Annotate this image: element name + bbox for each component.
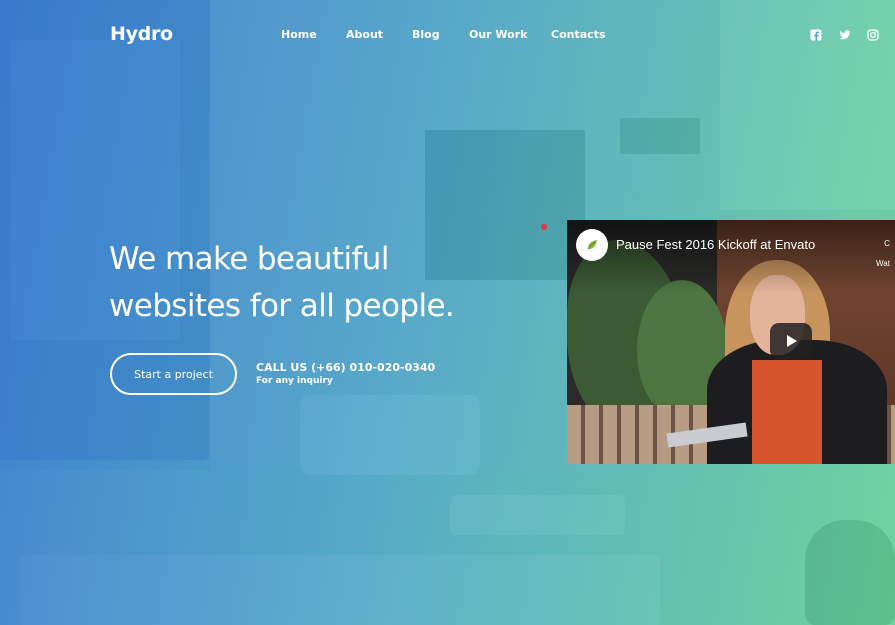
call-us-block: CALL US (+66) 010-020-0340 For any inqui… (256, 361, 435, 386)
video-embed[interactable]: Pause Fest 2016 Kickoff at Envato C Wat (567, 220, 895, 464)
hero-headline-line-1: We make beautiful (109, 241, 389, 277)
accent-dot (541, 224, 547, 230)
nav-about[interactable]: About (346, 28, 383, 41)
video-side-top: C (884, 239, 890, 248)
start-project-button[interactable]: Start a project (110, 353, 237, 395)
hero-headline: We make beautiful websites for all peopl… (109, 236, 549, 330)
video-side-controls[interactable]: C Wat (876, 234, 890, 274)
video-side-bottom: Wat (876, 259, 890, 268)
nav-home[interactable]: Home (281, 28, 317, 41)
envato-leaf-icon[interactable] (576, 229, 608, 261)
nav-blog[interactable]: Blog (412, 28, 440, 41)
facebook-icon[interactable] (810, 29, 822, 41)
twitter-icon[interactable] (839, 29, 851, 41)
nav-contacts[interactable]: Contacts (551, 28, 605, 41)
nav-our-work[interactable]: Our Work (469, 28, 527, 41)
call-us-phone[interactable]: CALL US (+66) 010-020-0340 (256, 361, 435, 374)
instagram-icon[interactable] (867, 29, 879, 41)
play-icon[interactable] (770, 323, 812, 359)
video-title[interactable]: Pause Fest 2016 Kickoff at Envato (616, 237, 815, 252)
site-logo[interactable]: Hydro (110, 23, 173, 45)
call-us-subtext: For any inquiry (256, 376, 333, 386)
hero-headline-line-2: websites for all people. (109, 288, 455, 324)
